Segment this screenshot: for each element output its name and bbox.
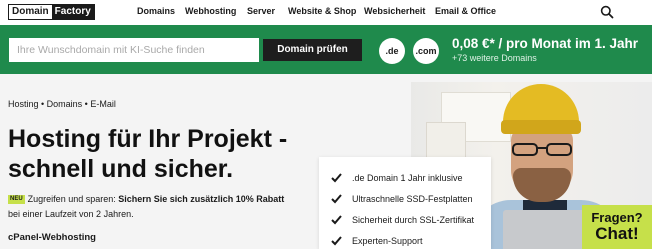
feature-label: .de Domain 1 Jahr inklusive: [352, 172, 463, 183]
nav-email-office[interactable]: Email & Office: [435, 6, 496, 16]
domainfactory-logo[interactable]: Domain Factory: [8, 4, 95, 20]
logo-right-text: Factory: [51, 5, 94, 19]
domain-price: 0,08 €* / pro Monat im 1. Jahr: [452, 36, 639, 51]
top-navigation: Domain Factory Domains Webhosting Server…: [0, 0, 652, 25]
features-card: .de Domain 1 Jahr inklusive Ultraschnell…: [319, 157, 491, 249]
nav-domains[interactable]: Domains: [137, 6, 175, 16]
check-domain-button[interactable]: Domain prüfen: [263, 39, 362, 61]
check-icon: [331, 215, 342, 225]
domain-search-input[interactable]: [9, 38, 259, 62]
breadcrumb: Hosting • Domains • E-Mail: [8, 99, 116, 109]
new-badge: NEU: [8, 195, 25, 204]
photo-beard: [513, 168, 571, 202]
nav-webhosting[interactable]: Webhosting: [185, 6, 236, 16]
chat-question-label: Fragen?: [591, 210, 643, 225]
check-icon: [331, 173, 342, 183]
more-domains-link[interactable]: +73 weitere Domains: [452, 53, 537, 63]
feature-label: Ultraschnelle SSD-Festplatten: [352, 193, 473, 204]
chat-button[interactable]: Fragen? Chat!: [582, 205, 652, 249]
tld-com-chip[interactable]: .com: [413, 38, 439, 64]
promo-text: NEU Zugreifen und sparen: Sichern Sie sic…: [8, 192, 323, 222]
page-title: Hosting für Ihr Projekt - schnell und si…: [8, 124, 338, 184]
feature-item: Ultraschnelle SSD-Festplatten: [331, 188, 491, 209]
title-line-1: Hosting für Ihr Projekt -: [8, 125, 288, 153]
photo-laptop: [503, 210, 591, 249]
feature-label: Experten-Support: [352, 235, 423, 246]
title-line-2: schnell und sicher.: [8, 155, 234, 183]
chat-label: Chat!: [595, 224, 639, 243]
cpanel-heading: cPanel-Webhosting: [8, 232, 96, 243]
promo-discount: Sichern Sie sich zusätzlich 10% Rabatt: [118, 194, 285, 204]
nav-websicherheit[interactable]: Websicherheit: [364, 6, 425, 16]
nav-server[interactable]: Server: [247, 6, 275, 16]
photo-beanie-rib: [501, 120, 581, 134]
domain-search-bar: Domain prüfen .de .com 0,08 €* / pro Mon…: [0, 25, 652, 74]
feature-item: Sicherheit durch SSL-Zertifikat: [331, 209, 491, 230]
feature-item: Experten-Support: [331, 230, 491, 249]
feature-item: .de Domain 1 Jahr inklusive: [331, 167, 491, 188]
photo-glasses: [512, 143, 572, 156]
nav-website-shop[interactable]: Website & Shop: [288, 6, 356, 16]
tld-de-chip[interactable]: .de: [379, 38, 405, 64]
search-icon[interactable]: [600, 5, 614, 19]
feature-label: Sicherheit durch SSL-Zertifikat: [352, 214, 475, 225]
check-icon: [331, 236, 342, 246]
logo-left-text: Domain: [9, 5, 52, 19]
promo-lead: Zugreifen und sparen:: [27, 194, 116, 204]
promo-tail: bei einer Laufzeit von 2 Jahren.: [8, 209, 134, 219]
check-icon: [331, 194, 342, 204]
